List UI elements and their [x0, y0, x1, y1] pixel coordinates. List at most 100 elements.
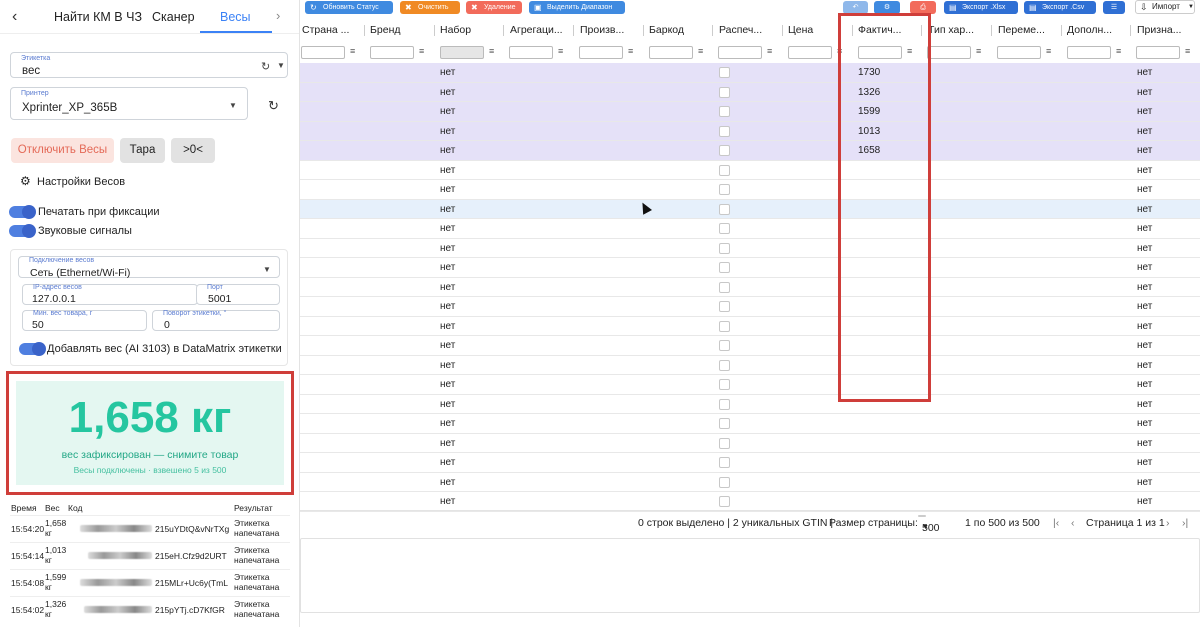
col-separator[interactable] [643, 25, 644, 36]
filter-input[interactable] [997, 46, 1041, 59]
next-page-icon[interactable]: › [1166, 517, 1170, 529]
printed-checkbox[interactable] [719, 301, 730, 312]
clear-button[interactable]: ✖ Очистить [400, 1, 460, 14]
table-row[interactable]: нет нет [300, 199, 1200, 219]
col-separator[interactable] [503, 25, 504, 36]
printer-select[interactable]: Принтер Xprinter_XP_365B ▼ [10, 87, 248, 120]
import-button[interactable]: ⇩ Импорт ▼ [1135, 0, 1195, 14]
filter-input[interactable] [579, 46, 623, 59]
col-header-aggregation[interactable]: Агрегаци... [510, 16, 570, 45]
printed-checkbox[interactable] [719, 437, 730, 449]
filter-icon[interactable]: ≡ [976, 46, 981, 56]
filter-icon[interactable]: ≡ [419, 46, 424, 56]
table-row[interactable]: нет нет [300, 492, 1200, 512]
add-weight-toggle[interactable] [19, 342, 46, 356]
table-row[interactable]: нет нет [300, 161, 1200, 180]
filter-icon[interactable]: ≡ [1046, 46, 1051, 56]
printed-checkbox[interactable] [719, 164, 730, 176]
port-input[interactable]: Порт 5001 [196, 284, 280, 305]
printed-checkbox[interactable] [719, 340, 730, 351]
printed-checkbox[interactable] [719, 320, 730, 332]
table-row[interactable]: нет нет [300, 336, 1200, 356]
filter-input[interactable] [649, 46, 693, 59]
disconnect-scales-button[interactable]: Отключить Весы [11, 138, 114, 163]
table-row[interactable]: нет нет [300, 473, 1200, 492]
printed-checkbox[interactable] [719, 67, 730, 78]
export-csv-button[interactable]: ▤ Экспорт .Csv [1024, 1, 1096, 14]
printed-checkbox[interactable] [719, 476, 730, 488]
col-separator[interactable] [712, 25, 713, 36]
col-header-sign[interactable]: Призна... [1137, 16, 1197, 45]
printed-checkbox[interactable] [719, 262, 730, 273]
connection-type-select[interactable]: Подключение весов Сеть (Ethernet/Wi-Fi) … [18, 256, 280, 279]
table-row[interactable]: нет 1326 нет [300, 82, 1200, 102]
col-header-additional[interactable]: Дополн... [1067, 16, 1127, 45]
table-row[interactable]: нет нет [300, 239, 1200, 258]
refresh-icon[interactable]: ↻ [261, 60, 270, 73]
chevron-down-icon[interactable]: ▼ [277, 61, 285, 70]
col-header-type[interactable]: Тип хар... [928, 16, 988, 45]
filter-input[interactable] [509, 46, 553, 59]
filter-input[interactable] [788, 46, 832, 59]
select-range-button[interactable]: ▣ Выделить Диапазон [529, 1, 625, 14]
table-row[interactable]: нет нет [300, 219, 1200, 239]
col-header-set[interactable]: Набор [440, 16, 500, 45]
tab-scanner[interactable]: Сканер [152, 10, 195, 24]
table-row[interactable]: нет нет [300, 375, 1200, 395]
table-row[interactable]: нет 1730 нет [300, 63, 1200, 83]
printer-refresh-icon[interactable]: ↻ [268, 98, 279, 114]
table-row[interactable]: нет нет [300, 453, 1200, 473]
printed-checkbox[interactable] [719, 379, 730, 390]
printed-checkbox[interactable] [719, 418, 730, 429]
table-row[interactable]: нет нет [300, 414, 1200, 434]
filter-icon[interactable]: ≡ [698, 46, 703, 56]
col-separator[interactable] [991, 25, 992, 36]
print-on-fix-toggle[interactable] [9, 205, 36, 219]
printed-checkbox[interactable] [719, 223, 730, 234]
zero-button[interactable]: >0< [171, 138, 215, 163]
col-header-barcode[interactable]: Баркод [649, 16, 709, 45]
filter-input[interactable] [1136, 46, 1180, 59]
table-row[interactable]: нет нет [300, 258, 1200, 278]
chevron-right-icon[interactable]: › [276, 8, 280, 23]
printed-checkbox[interactable] [719, 359, 730, 371]
update-status-button[interactable]: ↻ Обновить Статус [305, 1, 393, 14]
filter-input[interactable] [718, 46, 762, 59]
prev-page-icon[interactable]: ‹ [1071, 517, 1075, 529]
ip-address-input[interactable]: IP-адрес весов 127.0.0.1 [22, 284, 198, 305]
col-header-country[interactable]: Страна ... [302, 16, 360, 45]
label-rotation-input[interactable]: Поворот этикетки, ° 0 [152, 310, 280, 331]
col-header-variable[interactable]: Переме... [998, 16, 1058, 45]
col-separator[interactable] [1130, 25, 1131, 36]
tab-find-km[interactable]: Найти КМ В ЧЗ [54, 10, 142, 24]
export-xlsx-button[interactable]: ▤ Экспорт .Xlsx [944, 1, 1018, 14]
table-row[interactable]: нет нет [300, 434, 1200, 453]
tare-button[interactable]: Тара [120, 138, 165, 163]
tab-scales[interactable]: Весы [220, 10, 251, 24]
back-icon[interactable]: ‹ [12, 8, 17, 26]
col-separator[interactable] [434, 25, 435, 36]
chevron-down-icon[interactable]: ▼ [229, 101, 237, 110]
filter-icon[interactable]: ≡ [628, 46, 633, 56]
col-header-producer[interactable]: Произв... [580, 16, 640, 45]
col-header-brand[interactable]: Бренд [370, 16, 430, 45]
table-row[interactable]: нет 1599 нет [300, 102, 1200, 122]
printed-checkbox[interactable] [719, 145, 730, 156]
table-row[interactable]: нет нет [300, 356, 1200, 375]
col-separator[interactable] [573, 25, 574, 36]
printed-checkbox[interactable] [719, 398, 730, 410]
filter-icon[interactable]: ≡ [1116, 46, 1121, 56]
printed-checkbox[interactable] [719, 125, 730, 137]
col-separator[interactable] [1061, 25, 1062, 36]
printed-checkbox[interactable] [719, 86, 730, 98]
printed-checkbox[interactable] [719, 106, 730, 117]
table-row[interactable]: нет нет [300, 317, 1200, 336]
chevron-down-icon[interactable]: ▼ [263, 265, 271, 274]
columns-button[interactable]: ☰ [1103, 1, 1125, 14]
printed-checkbox[interactable] [719, 281, 730, 293]
filter-input[interactable] [1067, 46, 1111, 59]
filter-input[interactable] [370, 46, 414, 59]
filter-input[interactable] [927, 46, 971, 59]
min-weight-input[interactable]: Мин. вес товара, г 50 [22, 310, 147, 331]
filter-icon[interactable]: ≡ [350, 46, 355, 56]
